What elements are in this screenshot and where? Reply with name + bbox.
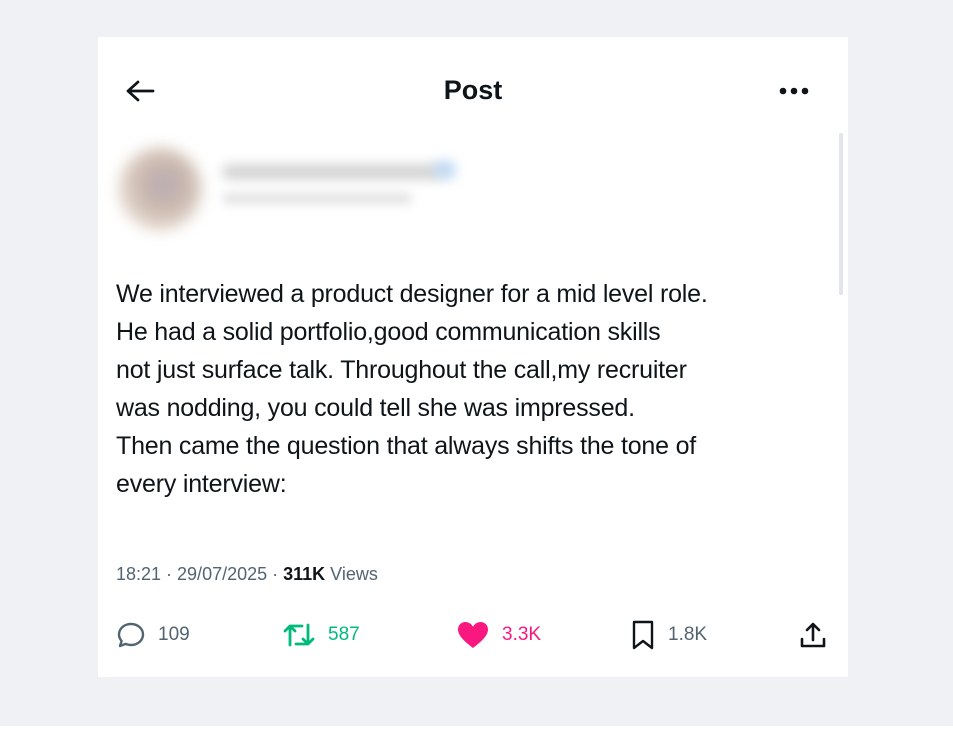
reply-count: 109 [158, 624, 190, 645]
post-timestamp[interactable]: 18:21 · 29/07/2025 · [116, 564, 283, 584]
views-label: Views [325, 564, 378, 584]
avatar[interactable] [118, 147, 202, 231]
share-button[interactable] [798, 617, 828, 653]
views-count: 311K [283, 564, 326, 584]
action-bar: 109 587 3.3K 1.8K [98, 617, 848, 657]
post-meta: 18:21 · 29/07/2025 · 311K Views [116, 564, 378, 585]
like-button[interactable]: 3.3K [456, 617, 541, 653]
heart-icon [458, 622, 488, 648]
post-text: We interviewed a product designer for a … [116, 280, 708, 498]
share-icon [800, 622, 826, 648]
post-header: Post [98, 37, 848, 141]
more-horizontal-icon [779, 87, 809, 95]
verified-badge-icon [434, 161, 456, 179]
author-name-redacted [222, 165, 442, 179]
scrollbar-thumb[interactable] [839, 133, 843, 295]
page-title: Post [443, 75, 503, 105]
author-info[interactable] [112, 141, 512, 251]
repost-count: 587 [328, 624, 360, 645]
post-card: Post We interviewed a product designer f… [98, 37, 848, 677]
bookmark-button[interactable]: 1.8K [630, 617, 707, 653]
more-options-button[interactable] [770, 75, 818, 107]
like-count: 3.3K [502, 624, 542, 645]
repost-icon [283, 623, 315, 647]
reply-button[interactable]: 109 [116, 617, 190, 653]
repost-button[interactable]: 587 [282, 617, 360, 653]
author-handle-redacted [222, 193, 412, 204]
bookmark-count: 1.8K [668, 624, 708, 645]
reply-bubble-icon [117, 622, 145, 648]
bookmark-icon [632, 620, 654, 650]
arrow-left-icon [126, 80, 155, 102]
back-button[interactable] [122, 75, 158, 107]
